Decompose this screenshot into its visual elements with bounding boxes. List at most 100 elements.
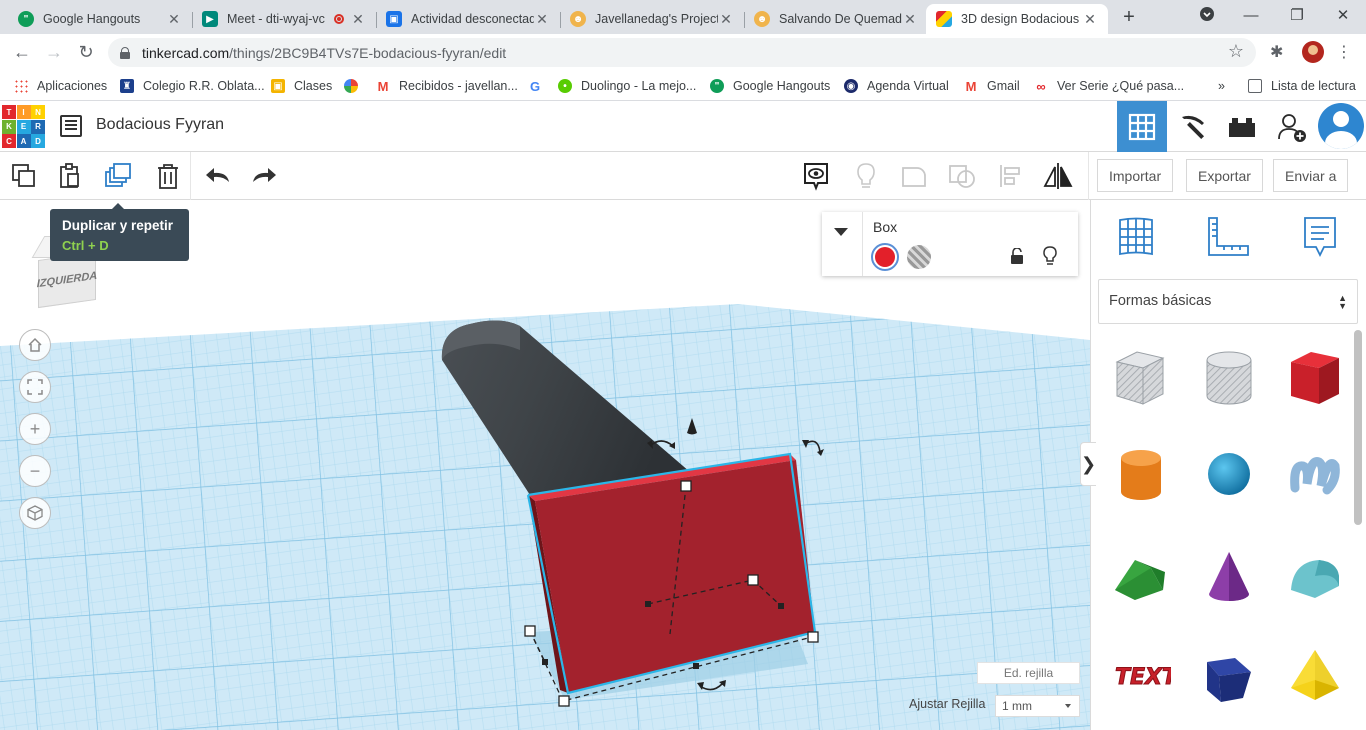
address-bar[interactable]: tinkercad.com/things/2BC9B4TVs7E-bodacio… [108, 38, 1256, 67]
design-list-icon[interactable] [60, 115, 82, 137]
ungroup-button[interactable] [944, 158, 980, 194]
group-button[interactable] [896, 158, 932, 194]
bookmark-item[interactable] [344, 76, 367, 96]
box-shape[interactable] [1285, 346, 1345, 410]
align-button[interactable] [992, 158, 1028, 194]
back-icon[interactable]: ← [10, 40, 34, 64]
bookmark-item[interactable]: M Recibidos - javellan... [376, 76, 518, 96]
close-tab-icon[interactable]: ✕ [718, 11, 734, 28]
bookmark-item[interactable]: G [528, 76, 551, 96]
browser-menu-icon[interactable]: ⋮ [1336, 42, 1352, 62]
workplane-scene[interactable] [0, 200, 1090, 730]
close-window-button[interactable]: ✕ [1332, 6, 1354, 28]
send-to-button[interactable]: Enviar a [1273, 159, 1349, 192]
paste-button[interactable] [52, 158, 88, 194]
tab-search-icon[interactable] [1196, 6, 1218, 28]
snap-grid-select[interactable]: 1 mm [995, 695, 1080, 717]
close-tab-icon[interactable]: ✕ [902, 11, 918, 28]
user-avatar[interactable] [1318, 103, 1364, 149]
hole-swatch[interactable] [907, 245, 931, 269]
bookmark-apps[interactable]: Aplicaciones [14, 76, 107, 96]
notes-button[interactable] [798, 158, 834, 194]
close-tab-icon[interactable]: ✕ [350, 11, 366, 28]
design-title[interactable]: Bodacious Fyyran [96, 116, 224, 134]
close-tab-icon[interactable]: ✕ [166, 11, 182, 28]
edit-grid-button[interactable]: Ed. rejilla [977, 662, 1080, 684]
import-button[interactable]: Importar [1097, 159, 1174, 192]
more-bookmarks-button[interactable]: » [1218, 76, 1225, 96]
reload-icon[interactable]: ↻ [74, 40, 98, 64]
browser-tab[interactable]: ☻ Javellanedag's Projects ✕ [560, 4, 745, 34]
tinkercad-logo[interactable]: TIN KER CAD [2, 105, 45, 148]
delete-button[interactable] [150, 158, 186, 194]
export-button[interactable]: Exportar [1186, 159, 1263, 192]
scribble-shape[interactable] [1285, 444, 1345, 508]
blocks-view-button[interactable] [1167, 101, 1217, 152]
cone-shape[interactable] [1199, 546, 1259, 610]
invite-user-button[interactable] [1267, 101, 1317, 152]
browser-tab[interactable]: " Google Hangouts ✕ [8, 4, 193, 34]
box-hole-shape[interactable] [1111, 346, 1171, 410]
workplane-viewport[interactable] [0, 200, 1090, 730]
hangouts-icon: " [710, 79, 724, 93]
show-all-button[interactable] [848, 158, 884, 194]
workplane-tool-button[interactable] [1113, 214, 1159, 260]
panel-scrollbar[interactable] [1354, 330, 1362, 525]
notes-tool-button[interactable] [1297, 214, 1343, 260]
browser-tab-active[interactable]: 3D design Bodacious F ✕ [926, 4, 1108, 34]
browser-tab[interactable]: ▣ Actividad desconectada ✕ [376, 4, 561, 34]
shape-category-select[interactable]: Formas básicas ▲ ▼ [1098, 279, 1358, 324]
undo-button[interactable] [200, 158, 236, 194]
wedge-shape[interactable] [1199, 644, 1259, 708]
bookmark-star-icon[interactable]: ☆ [1228, 41, 1244, 62]
close-tab-icon[interactable]: ✕ [534, 11, 550, 28]
close-tab-icon[interactable]: ✕ [1082, 11, 1098, 28]
maximize-button[interactable]: ❐ [1286, 6, 1308, 28]
sphere-shape[interactable] [1199, 444, 1259, 508]
3d-view-button[interactable] [1117, 101, 1167, 152]
cylinder-hole-shape[interactable] [1199, 346, 1259, 410]
gmail-icon: M [377, 78, 389, 94]
classroom-icon: ▣ [386, 11, 402, 27]
bricks-view-button[interactable] [1217, 101, 1267, 152]
bookmark-item[interactable]: ♜ Colegio R.R. Oblata... [120, 76, 265, 96]
tinkercad-icon [936, 11, 952, 27]
profile-avatar[interactable] [1302, 41, 1324, 63]
pickaxe-icon [1182, 115, 1205, 139]
forward-icon[interactable]: → [42, 40, 66, 64]
series-icon: ∞ [1036, 78, 1046, 94]
fit-view-button[interactable] [19, 371, 51, 403]
solid-color-swatch[interactable] [871, 243, 899, 271]
visibility-bulb-icon[interactable] [1042, 246, 1058, 266]
cylinder-shape[interactable] [1111, 444, 1171, 508]
collapse-panel-button[interactable]: ❯ [1080, 442, 1096, 486]
mirror-button[interactable] [1040, 158, 1076, 194]
redo-button[interactable] [246, 158, 282, 194]
zoom-in-button[interactable]: + [19, 413, 51, 445]
text-shape[interactable]: TEXT [1111, 644, 1180, 708]
ortho-view-button[interactable] [19, 497, 51, 529]
browser-tab[interactable]: ▶ Meet - dti-wyaj-vc ✕ [192, 4, 377, 34]
round-roof-shape[interactable] [1285, 546, 1345, 610]
pyramid-shape[interactable] [1285, 644, 1345, 708]
reading-list-button[interactable]: Lista de lectura [1248, 76, 1356, 96]
bookmark-item[interactable]: • Duolingo - La mejo... [558, 76, 696, 96]
collapse-inspector-icon[interactable] [834, 228, 848, 236]
duplicate-button[interactable] [101, 158, 137, 194]
roof-shape[interactable] [1111, 546, 1171, 610]
bookmark-item[interactable]: " Google Hangouts [710, 76, 830, 96]
bookmark-item[interactable]: ▣ Clases [271, 76, 332, 96]
bookmark-item[interactable]: ◉ Agenda Virtual [844, 76, 949, 96]
home-view-button[interactable] [19, 329, 51, 361]
meet-icon: ▶ [202, 11, 218, 27]
zoom-out-button[interactable]: − [19, 455, 51, 487]
unlock-icon[interactable] [1010, 247, 1024, 264]
bookmark-item[interactable]: ∞ Ver Serie ¿Qué pasa... [1034, 76, 1184, 96]
new-tab-button[interactable]: + [1118, 6, 1140, 28]
minimize-button[interactable]: — [1240, 6, 1262, 28]
copy-button[interactable] [6, 158, 42, 194]
browser-tab[interactable]: ☻ Salvando De Quemadu ✕ [744, 4, 928, 34]
bookmark-item[interactable]: M Gmail [964, 76, 1020, 96]
extensions-icon[interactable]: ✱ [1270, 42, 1283, 62]
ruler-tool-button[interactable] [1205, 214, 1251, 260]
